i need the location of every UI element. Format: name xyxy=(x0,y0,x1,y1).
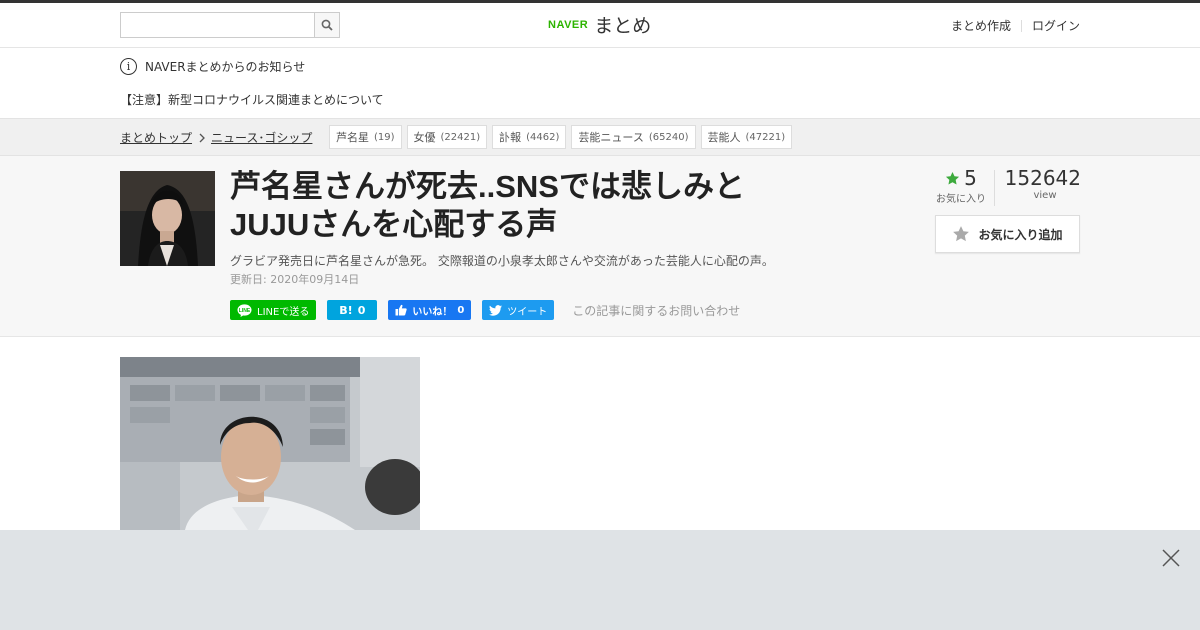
login-link[interactable]: ログイン xyxy=(1032,17,1080,34)
facebook-like-button[interactable]: いいね！ 0 xyxy=(388,300,472,320)
notice-heading-text: NAVERまとめからのお知らせ xyxy=(145,60,306,74)
tag-count: (47221) xyxy=(745,131,786,143)
star-outline-icon xyxy=(953,226,970,242)
breadcrumb-bar: まとめトップ ニュース･ゴシップ 芦名星 (19) 女優 (22421) 訃報 … xyxy=(0,118,1200,156)
hatena-bookmark-button[interactable]: B! 0 xyxy=(327,300,378,320)
tag-label: 訃報 xyxy=(499,131,522,144)
logo-matome: まとめ xyxy=(594,15,652,37)
star-icon xyxy=(946,171,960,184)
line-share-button[interactable]: LINE LINEで送る xyxy=(230,300,317,320)
tweet-button[interactable]: ツイート xyxy=(482,300,555,320)
hatena-count: 0 xyxy=(357,303,366,317)
tag-count: (65240) xyxy=(648,131,689,143)
view-count: 152642 view xyxy=(995,166,1081,206)
tag-item[interactable]: 芸能人 (47221) xyxy=(700,125,793,149)
tag-item[interactable]: 訃報 (4462) xyxy=(492,125,567,149)
tag-item[interactable]: 女優 (22421) xyxy=(406,125,488,149)
create-matome-link[interactable]: まとめ作成 xyxy=(951,17,1011,34)
tag-label: 女優 xyxy=(413,131,436,144)
notice-link[interactable]: 【注意】新型コロナウイルス関連まとめについて xyxy=(120,91,384,108)
search-box xyxy=(120,12,340,38)
line-share-label: LINEで送る xyxy=(257,306,310,318)
site-logo[interactable]: NAVER まとめ xyxy=(548,11,651,38)
article-stats: 5 お気に入り 152642 view xyxy=(928,166,1081,206)
svg-text:LINE: LINE xyxy=(239,308,251,314)
logo-naver: NAVER xyxy=(548,18,589,31)
header-links: まとめ作成 ログイン xyxy=(951,17,1080,34)
info-icon: i xyxy=(120,58,137,75)
favorite-count-value: 5 xyxy=(964,166,977,190)
close-icon xyxy=(1162,549,1180,567)
line-icon: LINE xyxy=(237,303,252,317)
facebook-like-count: 0 xyxy=(457,304,465,316)
article-description: グラビア発売日に芦名星さんが急死。 交際報道の小泉孝太郎さんや交流があった芸能人… xyxy=(230,254,774,268)
search-input[interactable] xyxy=(121,13,314,37)
breadcrumb-item-news[interactable]: ニュース･ゴシップ xyxy=(211,129,312,146)
close-ad-button[interactable] xyxy=(1162,549,1180,567)
tag-count: (22421) xyxy=(440,131,481,143)
article-thumbnail xyxy=(120,171,215,266)
tag-label: 芸能人 xyxy=(707,131,741,144)
notice-section: i NAVERまとめからのお知らせ 【注意】新型コロナウイルス関連まとめについて xyxy=(0,48,1200,118)
article-header: 芦名星さんが死去..SNSでは悲しみと JUJUさんを心配する声 グラビア発売日… xyxy=(0,156,1200,337)
article-title-line1: 芦名星さんが死去..SNSでは悲しみと xyxy=(230,169,745,204)
tag-count: (4462) xyxy=(526,131,560,143)
add-favorite-button[interactable]: お気に入り追加 xyxy=(935,215,1080,253)
favorite-count-label: お気に入り xyxy=(936,194,986,205)
add-favorite-label: お気に入り追加 xyxy=(978,227,1063,242)
article-main-image xyxy=(120,357,420,530)
favorite-count: 5 お気に入り xyxy=(928,166,994,206)
chevron-right-icon xyxy=(199,133,205,143)
site-header: NAVER まとめ まとめ作成 ログイン xyxy=(0,3,1200,48)
tag-label: 芦名星 xyxy=(336,131,369,144)
facebook-like-label: いいね！ xyxy=(412,306,453,318)
view-count-label: view xyxy=(1033,190,1057,201)
hatena-icon: B! xyxy=(339,303,353,317)
search-button[interactable] xyxy=(314,13,339,37)
search-icon xyxy=(321,19,333,31)
breadcrumb-item-top[interactable]: まとめトップ xyxy=(120,129,192,146)
tag-count: (19) xyxy=(374,131,395,143)
tag-item[interactable]: 芦名星 (19) xyxy=(329,125,402,149)
tweet-label: ツイート xyxy=(507,306,548,318)
thumbs-up-icon xyxy=(395,304,408,316)
article-title: 芦名星さんが死去..SNSでは悲しみと JUJUさんを心配する声 xyxy=(230,168,830,244)
view-count-value: 152642 xyxy=(1004,166,1081,190)
notice-heading: i NAVERまとめからのお知らせ xyxy=(120,58,305,75)
article-updated-date: 更新日: 2020年09月14日 xyxy=(230,273,360,286)
tag-item[interactable]: 芸能ニュース (65240) xyxy=(571,125,696,149)
article-title-line2: JUJUさんを心配する声 xyxy=(230,207,558,242)
article-contact-link[interactable]: この記事に関するお問い合わせ xyxy=(572,302,740,319)
breadcrumb: まとめトップ ニュース･ゴシップ xyxy=(120,129,312,146)
tag-label: 芸能ニュース xyxy=(578,131,644,144)
ad-overlay-bar xyxy=(0,530,1200,630)
header-link-divider xyxy=(1020,19,1022,32)
twitter-bird-icon xyxy=(489,304,503,316)
share-buttons: LINE LINEで送る B! 0 いいね！ 0 ツイート この記事に関するお問… xyxy=(230,300,740,320)
tag-list: 芦名星 (19) 女優 (22421) 訃報 (4462) 芸能ニュース (65… xyxy=(329,125,793,149)
